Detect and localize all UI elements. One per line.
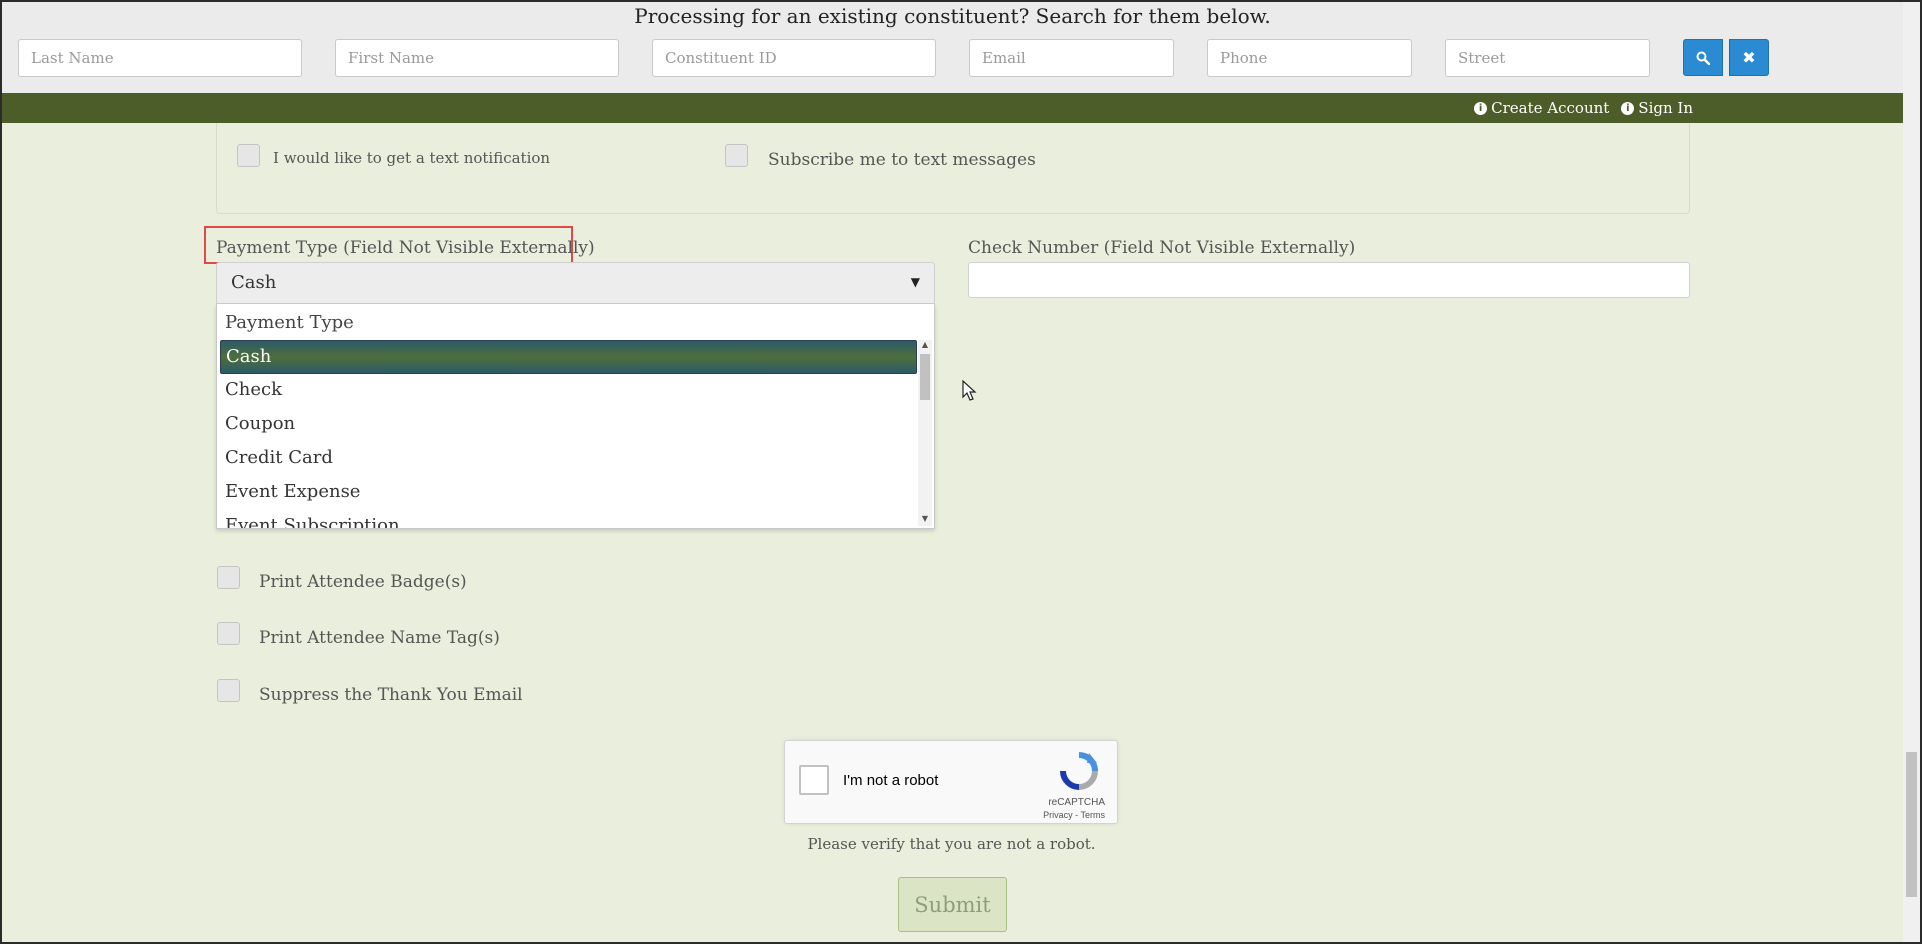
last-name-input[interactable] (18, 39, 302, 77)
suppress-email-checkbox[interactable] (217, 679, 240, 702)
payment-type-label: Payment Type (Field Not Visible External… (216, 238, 595, 258)
mouse-cursor-icon (962, 380, 977, 401)
print-name-tags-label: Print Attendee Name Tag(s) (259, 628, 500, 648)
check-number-input[interactable] (968, 262, 1690, 298)
first-name-input[interactable] (335, 39, 619, 77)
recaptcha-links: Privacy - Terms (1043, 810, 1105, 820)
search-heading: Processing for an existing constituent? … (634, 4, 1271, 28)
payment-type-value: Cash (231, 272, 277, 293)
captcha-verify-message: Please verify that you are not a robot. (807, 835, 1096, 853)
recaptcha-checkbox[interactable] (799, 765, 829, 795)
email-input[interactable] (969, 39, 1174, 77)
page-scrollbar-thumb[interactable] (1906, 752, 1917, 897)
option-event-subscription[interactable]: Event Subscription (220, 510, 917, 528)
option-credit-card[interactable]: Credit Card (220, 442, 917, 476)
option-event-expense[interactable]: Event Expense (220, 476, 917, 510)
clear-search-button[interactable]: ✖ (1729, 39, 1769, 76)
option-cash[interactable]: Cash (220, 340, 917, 374)
street-input[interactable] (1445, 39, 1650, 77)
search-button[interactable] (1683, 39, 1723, 76)
scroll-down-icon[interactable]: ▼ (918, 514, 932, 526)
option-check[interactable]: Check (220, 374, 917, 408)
suppress-email-label: Suppress the Thank You Email (259, 685, 523, 705)
text-notification-label: I would like to get a text notification (273, 149, 551, 167)
recaptcha-brand: reCAPTCHA (1048, 797, 1105, 808)
create-account-link[interactable]: i Create Account (1474, 99, 1609, 117)
chevron-down-icon: ▼ (910, 275, 920, 289)
option-coupon[interactable]: Coupon (220, 408, 917, 442)
dropdown-scrollbar-thumb[interactable] (920, 354, 930, 400)
recaptcha-widget: I'm not a robot reCAPTCHA Privacy - Term… (784, 740, 1118, 824)
dropdown-options: Cash Check Coupon Credit Card Event Expe… (220, 340, 917, 528)
print-name-tags-checkbox[interactable] (217, 622, 240, 645)
recaptcha-logo-icon (1060, 752, 1098, 790)
info-icon: i (1474, 101, 1488, 115)
subscribe-text-checkbox[interactable] (725, 144, 748, 167)
recaptcha-label: I'm not a robot (843, 772, 939, 789)
phone-input[interactable] (1207, 39, 1412, 77)
privacy-link[interactable]: Privacy (1043, 810, 1073, 820)
terms-link[interactable]: Terms (1081, 810, 1106, 820)
scroll-up-icon[interactable]: ▲ (918, 340, 932, 352)
dropdown-scrollbar[interactable]: ▲ ▼ (918, 340, 932, 526)
payment-type-select[interactable]: Cash ▼ (216, 262, 935, 304)
constituent-id-input[interactable] (652, 39, 936, 77)
print-badges-label: Print Attendee Badge(s) (259, 572, 467, 592)
info-icon: i (1621, 101, 1635, 115)
subscribe-text-label: Subscribe me to text messages (768, 150, 1036, 170)
close-icon: ✖ (1742, 48, 1756, 67)
payment-type-dropdown: Payment Type Cash Check Coupon Credit Ca… (216, 304, 935, 529)
search-icon (1696, 51, 1710, 65)
top-nav-band: i Create Account i Sign In (2, 93, 1903, 123)
text-notification-checkbox[interactable] (237, 144, 260, 167)
submit-button[interactable]: Submit (898, 877, 1007, 932)
check-number-label: Check Number (Field Not Visible External… (968, 238, 1356, 258)
dropdown-header: Payment Type (225, 312, 354, 333)
sign-in-label: Sign In (1638, 99, 1693, 117)
print-badges-checkbox[interactable] (217, 566, 240, 589)
sign-in-link[interactable]: i Sign In (1621, 99, 1693, 117)
create-account-label: Create Account (1491, 99, 1610, 117)
